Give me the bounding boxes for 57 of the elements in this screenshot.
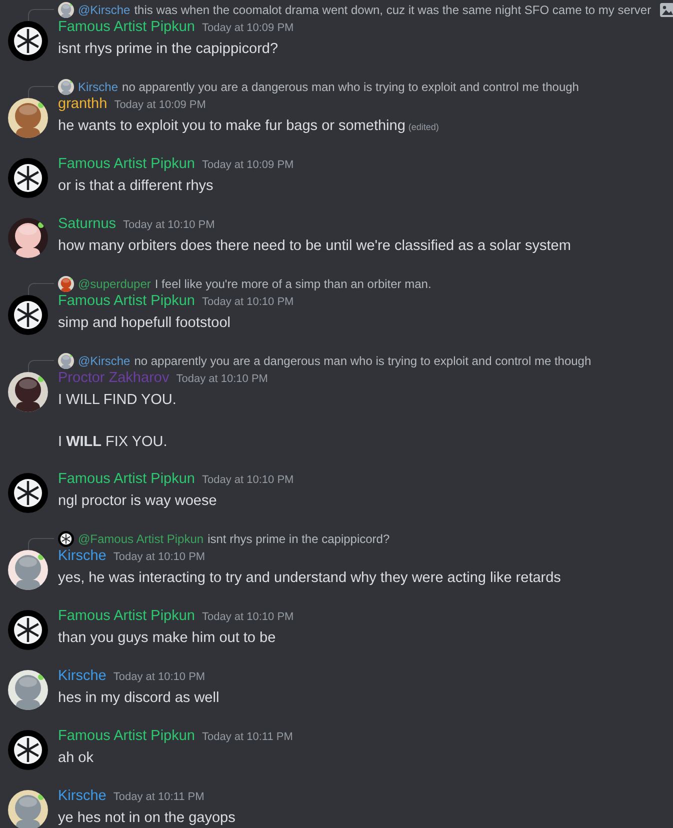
snowflake-avatar-icon bbox=[58, 530, 74, 546]
reply-connector bbox=[28, 86, 54, 98]
author-name[interactable]: Famous Artist Pipkun bbox=[58, 19, 195, 35]
message-text: simp and hopefull footstool bbox=[58, 315, 230, 331]
timestamp: Today at 10:11 PM bbox=[202, 731, 293, 743]
reply-connector bbox=[28, 538, 54, 550]
message-text: or is that a different rhys bbox=[58, 178, 214, 194]
edited-label: (edited) bbox=[408, 122, 439, 132]
author-name[interactable]: Famous Artist Pipkun bbox=[58, 293, 195, 309]
timestamp: Today at 10:09 PM bbox=[114, 99, 206, 111]
reply-mention[interactable]: @Famous Artist Pipkun bbox=[78, 532, 204, 546]
author-name[interactable]: Famous Artist Pipkun bbox=[58, 156, 195, 172]
timestamp: Today at 10:10 PM bbox=[202, 474, 294, 486]
message-text: than you guys make him out to be bbox=[58, 630, 276, 646]
reply-connector bbox=[28, 360, 54, 372]
message-text: how many orbiters does there need to be until we're classified as a solar system bbox=[58, 238, 571, 254]
reply-preview[interactable]: no apparently you are a dangerous man who is trying to exploit and control me though bbox=[134, 354, 592, 368]
snowflake-avatar-icon bbox=[8, 473, 48, 513]
message-text: hes in my discord as well bbox=[58, 690, 220, 706]
reply-mention[interactable]: @Kirsche bbox=[78, 2, 130, 16]
reply-preview[interactable]: this was when the coomalot drama went down, cuz it was the same night SFO came to my server bbox=[134, 2, 652, 16]
timestamp: Today at 10:10 PM bbox=[202, 611, 294, 623]
message-text: ngl proctor is way woese bbox=[58, 493, 217, 509]
reply-preview[interactable]: no apparently you are a dangerous man who is trying to exploit and control me though bbox=[122, 80, 579, 94]
message-text: yes, he was interacting to try and understand why they were acting like retards bbox=[58, 570, 561, 586]
author-name[interactable]: Famous Artist Pipkun bbox=[58, 728, 195, 744]
reply-mention[interactable]: Kirsche bbox=[78, 80, 118, 94]
timestamp: Today at 10:09 PM bbox=[202, 22, 294, 34]
message-text: ye hes not in on the gayops bbox=[58, 810, 236, 826]
author-name[interactable]: Famous Artist Pipkun bbox=[58, 471, 195, 487]
author-name[interactable]: Kirsche bbox=[58, 548, 106, 564]
timestamp: Today at 10:10 PM bbox=[113, 671, 206, 683]
author-name[interactable]: Famous Artist Pipkun bbox=[58, 608, 195, 624]
timestamp: Today at 10:10 PM bbox=[202, 296, 294, 308]
reply-preview[interactable]: isnt rhys prime in the capippicord? bbox=[208, 532, 390, 546]
author-name[interactable]: Saturnus bbox=[58, 216, 116, 232]
snowflake-avatar-icon bbox=[8, 610, 48, 650]
author-name[interactable]: granthh bbox=[58, 96, 108, 112]
timestamp: Today at 10:10 PM bbox=[123, 219, 215, 231]
author-name[interactable]: Kirsche bbox=[58, 668, 106, 684]
message-text: isnt rhys prime in the capippicord? bbox=[58, 41, 278, 57]
snowflake-avatar-icon bbox=[8, 730, 48, 770]
reply-mention[interactable]: @Kirsche bbox=[78, 354, 130, 368]
timestamp: Today at 10:09 PM bbox=[202, 159, 294, 171]
timestamp: Today at 10:10 PM bbox=[176, 373, 268, 385]
message-text: I WILL FIND YOU. bbox=[58, 392, 176, 408]
reply-mention[interactable]: @superduper bbox=[78, 276, 151, 290]
message-text: I WILL FIX YOU. bbox=[58, 434, 168, 450]
snowflake-avatar-icon bbox=[8, 21, 48, 61]
snowflake-avatar-icon bbox=[8, 295, 48, 335]
message-text: he wants to exploit you to make fur bags or something bbox=[58, 118, 406, 134]
author-name[interactable]: Kirsche bbox=[58, 788, 106, 804]
timestamp: Today at 10:10 PM bbox=[113, 551, 206, 563]
timestamp: Today at 10:11 PM bbox=[113, 791, 204, 803]
reply-preview[interactable]: I feel like you're more of a simp than an orbiter man. bbox=[154, 276, 432, 290]
message-text: ah ok bbox=[58, 750, 94, 766]
snowflake-avatar-icon bbox=[8, 158, 48, 198]
